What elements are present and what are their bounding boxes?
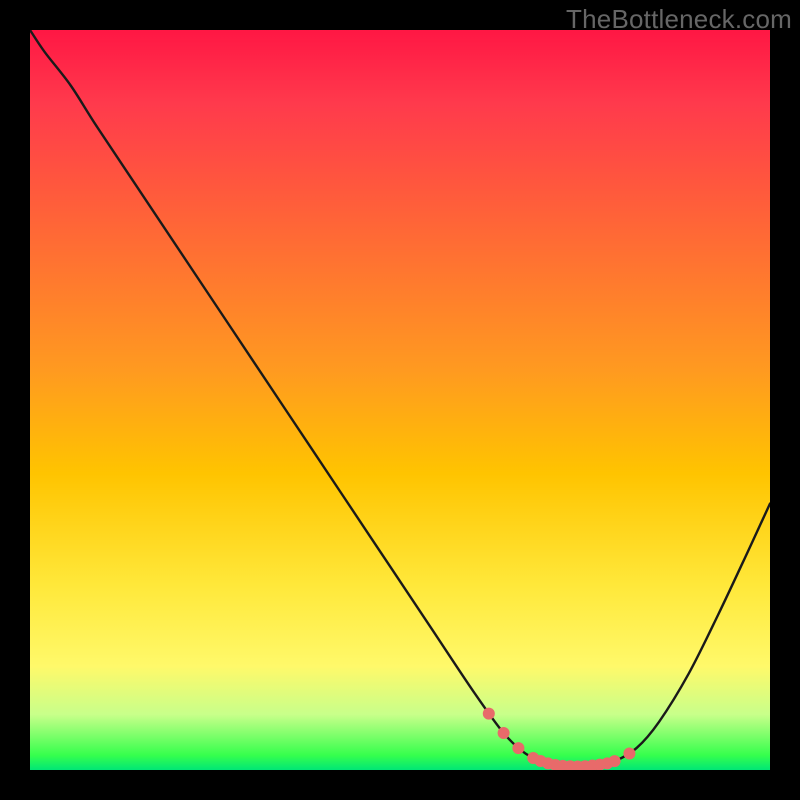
chart-container: TheBottleneck.com <box>0 0 800 800</box>
highlight-dot <box>498 727 510 739</box>
highlight-dot <box>609 755 621 767</box>
plot-area <box>30 30 770 770</box>
bottleneck-curve <box>30 30 770 766</box>
highlight-dot <box>623 748 635 760</box>
highlighted-points <box>483 708 636 770</box>
highlight-dot <box>512 742 524 754</box>
highlight-dot <box>483 708 495 720</box>
watermark-label: TheBottleneck.com <box>566 4 792 35</box>
curve-overlay <box>30 30 770 770</box>
